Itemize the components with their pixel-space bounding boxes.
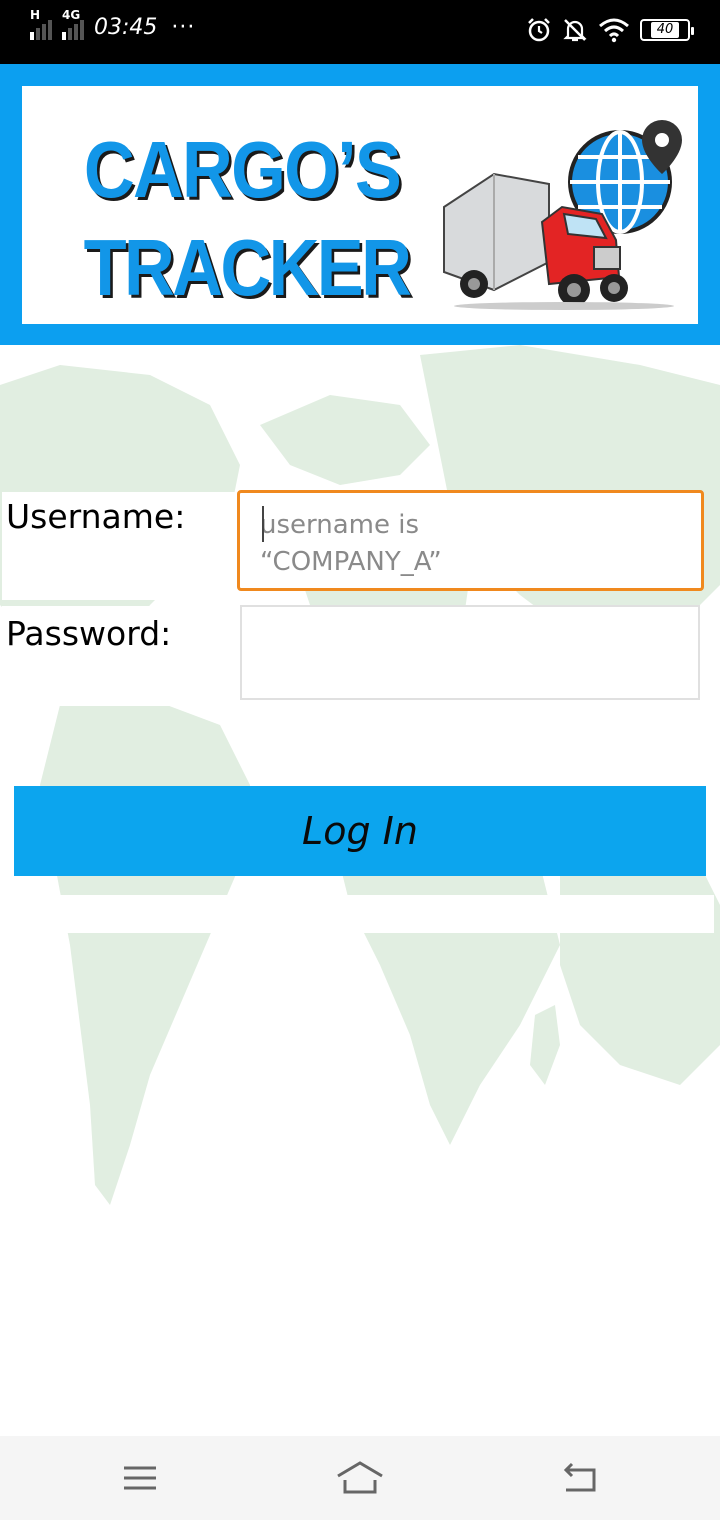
password-label: Password: bbox=[2, 606, 232, 706]
back-button[interactable] bbox=[550, 1456, 610, 1500]
wifi-icon bbox=[599, 18, 629, 43]
app-logo-text: CARGO’S TRACKER bbox=[62, 121, 422, 317]
login-button[interactable]: Log In bbox=[14, 786, 706, 876]
system-nav-bar bbox=[0, 1436, 720, 1520]
text-cursor bbox=[262, 506, 264, 542]
more-notifications-icon: ··· bbox=[171, 14, 196, 40]
network-type-h: H bbox=[30, 8, 41, 22]
signal-4g-icon: 4G bbox=[62, 8, 84, 40]
status-right: 40 bbox=[526, 17, 694, 43]
status-bar: H 4G 03:45 ··· 40 bbox=[0, 0, 720, 64]
logo-line-1: CARGO’S bbox=[83, 125, 402, 214]
header-banner: CARGO’S TRACKER bbox=[0, 64, 720, 345]
logo-panel: CARGO’S TRACKER bbox=[22, 86, 698, 324]
truck-globe-logo-icon bbox=[443, 120, 682, 310]
home-button[interactable] bbox=[330, 1456, 390, 1500]
menu-icon bbox=[124, 1466, 156, 1490]
username-placeholder: username is “COMPANY_A” bbox=[260, 510, 442, 577]
login-button-label: Log In bbox=[302, 809, 418, 853]
mute-bell-icon bbox=[563, 19, 587, 42]
status-time: 03:45 bbox=[94, 14, 158, 40]
username-label: Username: bbox=[2, 492, 236, 600]
status-left: H 4G 03:45 ··· bbox=[30, 8, 196, 40]
signal-h-icon: H bbox=[30, 8, 52, 40]
alarm-icon bbox=[528, 18, 550, 42]
login-message-area bbox=[6, 895, 714, 933]
back-icon bbox=[563, 1462, 596, 1492]
home-icon bbox=[337, 1461, 383, 1494]
logo-line-2: TRACKER bbox=[83, 223, 412, 312]
password-input[interactable] bbox=[240, 605, 700, 700]
battery-level: 40 bbox=[650, 22, 680, 38]
network-type-4g: 4G bbox=[62, 8, 81, 22]
username-input[interactable]: username is “COMPANY_A” bbox=[237, 490, 704, 591]
battery-icon: 40 bbox=[640, 19, 694, 41]
menu-button[interactable] bbox=[110, 1456, 170, 1500]
